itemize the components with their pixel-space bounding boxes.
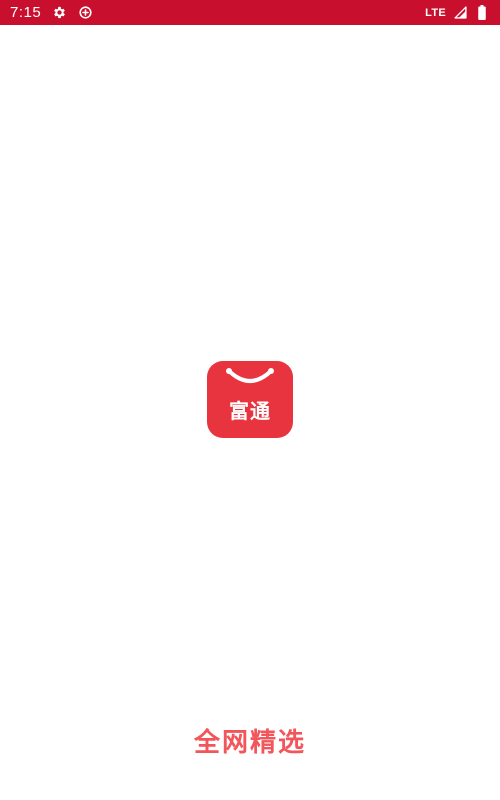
battery-icon	[474, 5, 490, 21]
signal-icon	[452, 5, 468, 21]
data-saver-icon	[77, 5, 93, 21]
status-left: 7:15	[10, 4, 93, 21]
splash-screen: 7:15 LTE 富通 全网精选	[0, 0, 500, 800]
gear-icon	[51, 5, 67, 21]
shopping-bag-icon: 富通	[207, 361, 293, 438]
network-type: LTE	[425, 6, 446, 19]
app-logo: 富通	[207, 361, 293, 438]
app-logo-text: 富通	[229, 399, 271, 423]
slogan-text: 全网精选	[193, 728, 306, 758]
status-bar: 7:15 LTE	[0, 0, 500, 25]
status-right: LTE	[425, 5, 490, 21]
status-time: 7:15	[10, 4, 42, 21]
